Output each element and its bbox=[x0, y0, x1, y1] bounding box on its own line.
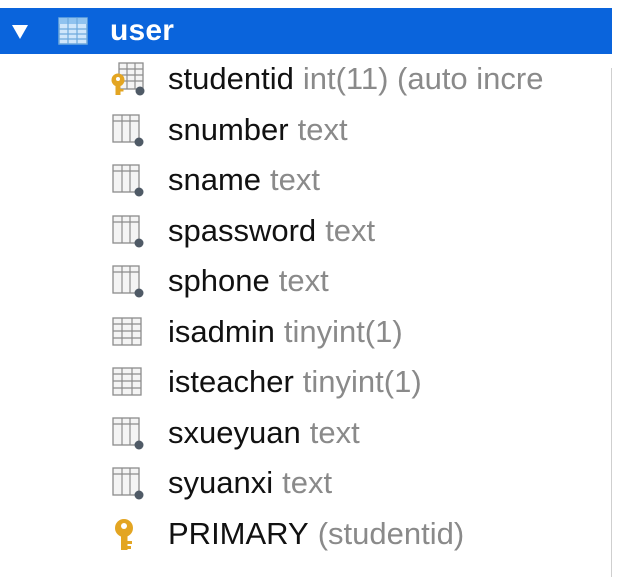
column-name: sphone bbox=[168, 263, 270, 299]
column-row-spassword[interactable]: spassword text bbox=[0, 206, 611, 257]
column-name: snumber bbox=[168, 111, 289, 147]
column-name: syuanxi bbox=[168, 465, 274, 501]
column-row-sxueyuan[interactable]: sxueyuan text bbox=[0, 408, 611, 459]
index-detail: (studentid) bbox=[317, 515, 465, 551]
column-type: int(11) (auto incre bbox=[302, 61, 544, 97]
primary-key-column-icon bbox=[111, 62, 145, 96]
column-name: isadmin bbox=[168, 313, 275, 349]
scroll-edge bbox=[611, 68, 612, 577]
text-column-icon bbox=[112, 265, 144, 298]
text-column-icon bbox=[112, 467, 144, 500]
table-icon bbox=[58, 17, 88, 45]
column-row-sname[interactable]: sname text bbox=[0, 155, 611, 206]
column-row-snumber[interactable]: snumber text bbox=[0, 105, 611, 156]
column-name: isteacher bbox=[168, 364, 294, 400]
index-row-primary[interactable]: PRIMARY (studentid) bbox=[0, 509, 611, 560]
column-name: sxueyuan bbox=[168, 414, 301, 450]
table-row-user[interactable]: user bbox=[0, 8, 612, 54]
number-column-icon bbox=[112, 367, 142, 396]
column-name: sname bbox=[168, 162, 262, 198]
text-column-icon bbox=[112, 114, 144, 147]
number-column-icon bbox=[112, 317, 142, 346]
column-list: studentid int(11) (auto incre snumber te… bbox=[0, 54, 611, 559]
column-row-studentid[interactable]: studentid int(11) (auto incre bbox=[0, 54, 611, 105]
column-type: text bbox=[309, 414, 360, 450]
column-type: text bbox=[325, 212, 376, 248]
column-row-isteacher[interactable]: isteacher tinyint(1) bbox=[0, 357, 611, 408]
column-type: text bbox=[282, 465, 333, 501]
index-name: PRIMARY bbox=[168, 515, 309, 551]
column-row-sphone[interactable]: sphone text bbox=[0, 256, 611, 307]
column-row-syuanxi[interactable]: syuanxi text bbox=[0, 458, 611, 509]
text-column-icon bbox=[112, 215, 144, 248]
column-name: studentid bbox=[168, 61, 294, 97]
table-name: user bbox=[110, 14, 175, 47]
column-type: tinyint(1) bbox=[302, 364, 422, 400]
text-column-icon bbox=[112, 164, 144, 197]
column-name: spassword bbox=[168, 212, 317, 248]
column-type: text bbox=[278, 263, 329, 299]
disclosure-triangle-icon[interactable] bbox=[12, 25, 28, 39]
column-type: text bbox=[297, 111, 348, 147]
column-type: text bbox=[270, 162, 321, 198]
column-type: tinyint(1) bbox=[283, 313, 403, 349]
schema-tree: user studentid int(11) (auto incre snumb… bbox=[0, 0, 619, 577]
text-column-icon bbox=[112, 417, 144, 450]
key-icon bbox=[115, 518, 133, 550]
column-row-isadmin[interactable]: isadmin tinyint(1) bbox=[0, 307, 611, 358]
